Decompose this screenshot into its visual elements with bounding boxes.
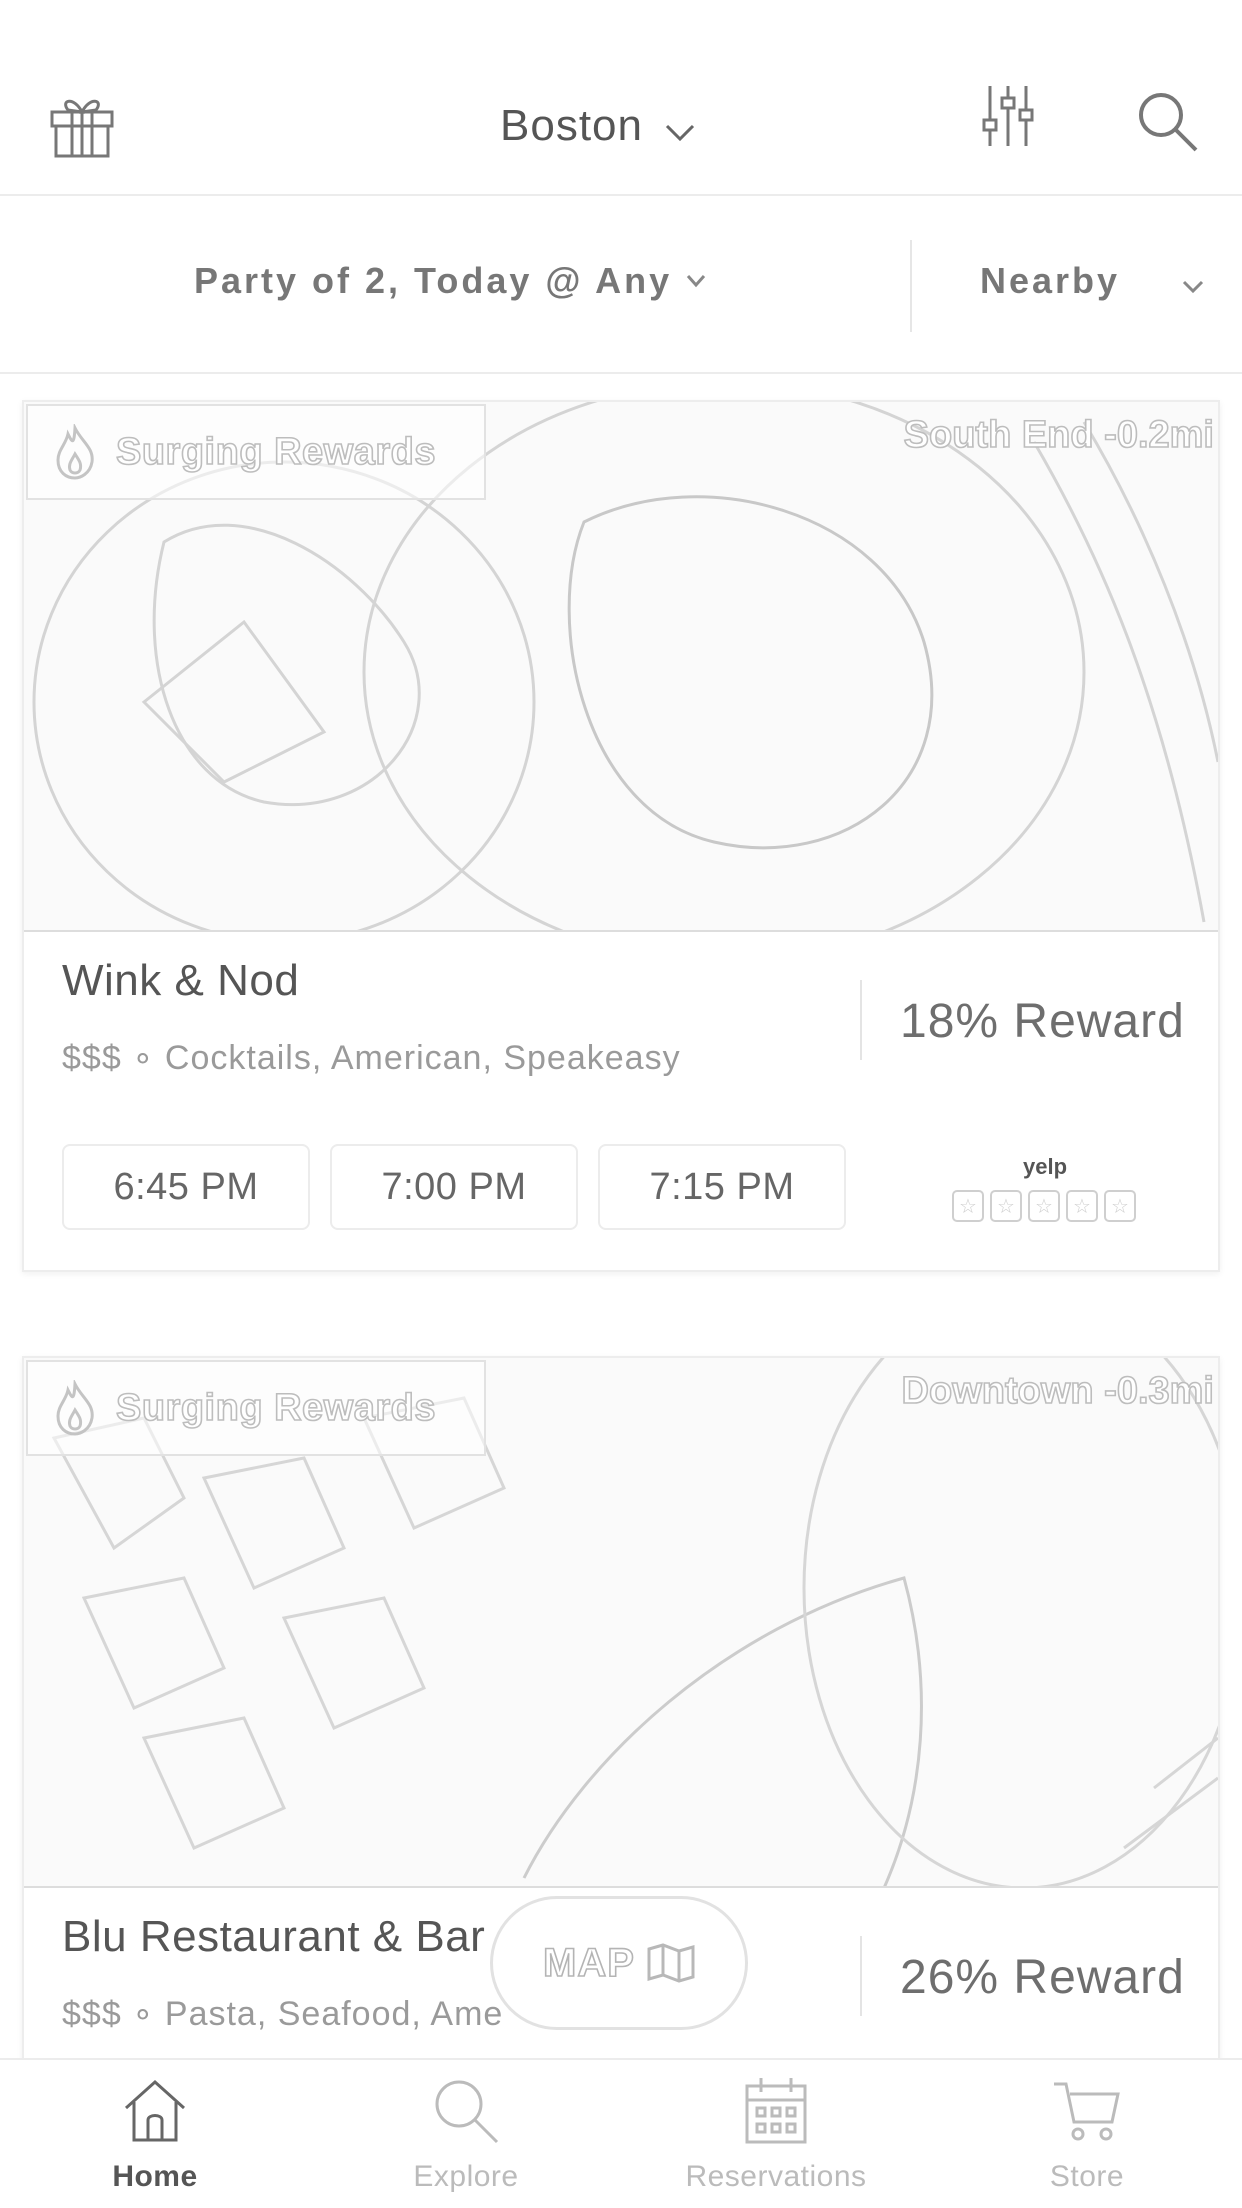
time-slot-button[interactable]: 6:45 PM bbox=[62, 1144, 310, 1230]
tab-store[interactable]: Store bbox=[967, 2074, 1207, 2204]
filter-bar: Party of 2, Today @ Any Nearby bbox=[0, 198, 1242, 374]
flame-icon bbox=[56, 1380, 94, 1436]
city-selector[interactable]: Boston bbox=[500, 96, 695, 156]
sort-selector[interactable]: Nearby bbox=[980, 260, 1120, 302]
star-icon: ☆ bbox=[990, 1190, 1022, 1222]
top-bar: Boston bbox=[0, 0, 1242, 196]
tab-label: Reservations bbox=[685, 2160, 867, 2193]
caret-down-icon[interactable] bbox=[1182, 280, 1204, 294]
reward-label: 26% Reward bbox=[900, 1951, 1185, 2004]
caret-down-icon bbox=[687, 275, 706, 288]
surging-rewards-badge: Surging Rewards bbox=[26, 404, 486, 500]
card-divider bbox=[860, 1936, 862, 2016]
bottom-tab-bar: Home Explore Reservations Store bbox=[0, 2058, 1242, 2208]
restaurant-meta: $$$ ∘ Pasta, Seafood, Ame bbox=[62, 1995, 504, 2033]
neighborhood-distance: Downtown -0.3mi bbox=[901, 1369, 1215, 1413]
search-icon bbox=[435, 2080, 499, 2144]
filters-icon[interactable] bbox=[980, 84, 1036, 148]
cart-icon bbox=[1054, 2082, 1120, 2141]
time-slot-button[interactable]: 7:00 PM bbox=[330, 1144, 578, 1230]
card-divider bbox=[860, 980, 862, 1060]
reward-label: 18% Reward bbox=[900, 995, 1185, 1048]
star-icon: ☆ bbox=[952, 1190, 984, 1222]
neighborhood-distance: South End -0.2mi bbox=[903, 413, 1215, 457]
tab-explore[interactable]: Explore bbox=[346, 2074, 586, 2204]
search-icon[interactable] bbox=[1134, 88, 1200, 154]
star-icon: ☆ bbox=[1028, 1190, 1060, 1222]
yelp-logo: yelp bbox=[1022, 1154, 1068, 1179]
restaurant-name[interactable]: Blu Restaurant & Bar bbox=[62, 1912, 485, 1962]
party-selector[interactable]: Party of 2, Today @ Any bbox=[194, 260, 706, 302]
restaurant-name[interactable]: Wink & Nod bbox=[62, 956, 299, 1006]
restaurant-meta: $$$ ∘ Cocktails, American, Speakeasy bbox=[62, 1039, 681, 1077]
tab-home[interactable]: Home bbox=[35, 2074, 275, 2204]
time-slots: 6:45 PM 7:00 PM 7:15 PM bbox=[62, 1144, 846, 1230]
gift-icon[interactable] bbox=[46, 88, 118, 160]
restaurant-card[interactable]: Surging Rewards South End -0.2mi Wink & … bbox=[22, 400, 1220, 1272]
party-label: Party of 2, Today @ Any bbox=[194, 260, 673, 301]
surging-rewards-badge: Surging Rewards bbox=[26, 1360, 486, 1456]
map-button[interactable]: MAP bbox=[490, 1896, 748, 2030]
city-label: Boston bbox=[500, 101, 643, 150]
map-label: MAP bbox=[542, 1940, 635, 1986]
restaurant-photo: Surging Rewards South End -0.2mi bbox=[24, 402, 1218, 932]
badge-label: Surging Rewards bbox=[115, 430, 436, 474]
star-rating: ☆ ☆ ☆ ☆ ☆ bbox=[952, 1190, 1138, 1222]
star-icon: ☆ bbox=[1104, 1190, 1136, 1222]
calendar-icon bbox=[745, 2078, 807, 2144]
tab-label: Store bbox=[1049, 2160, 1125, 2193]
tab-label: Explore bbox=[413, 2160, 519, 2193]
map-icon bbox=[647, 1943, 695, 1983]
tab-label: Home bbox=[112, 2160, 198, 2193]
home-icon bbox=[124, 2079, 186, 2142]
yelp-rating: yelp ☆ ☆ ☆ ☆ ☆ bbox=[952, 1154, 1138, 1222]
chevron-down-icon bbox=[665, 124, 695, 142]
time-slot-button[interactable]: 7:15 PM bbox=[598, 1144, 846, 1230]
star-icon: ☆ bbox=[1066, 1190, 1098, 1222]
flame-icon bbox=[56, 424, 94, 480]
tab-reservations[interactable]: Reservations bbox=[656, 2074, 896, 2204]
badge-label: Surging Rewards bbox=[115, 1386, 436, 1430]
filter-divider bbox=[910, 240, 912, 332]
restaurant-photo: Surging Rewards Downtown -0.3mi bbox=[24, 1358, 1218, 1888]
